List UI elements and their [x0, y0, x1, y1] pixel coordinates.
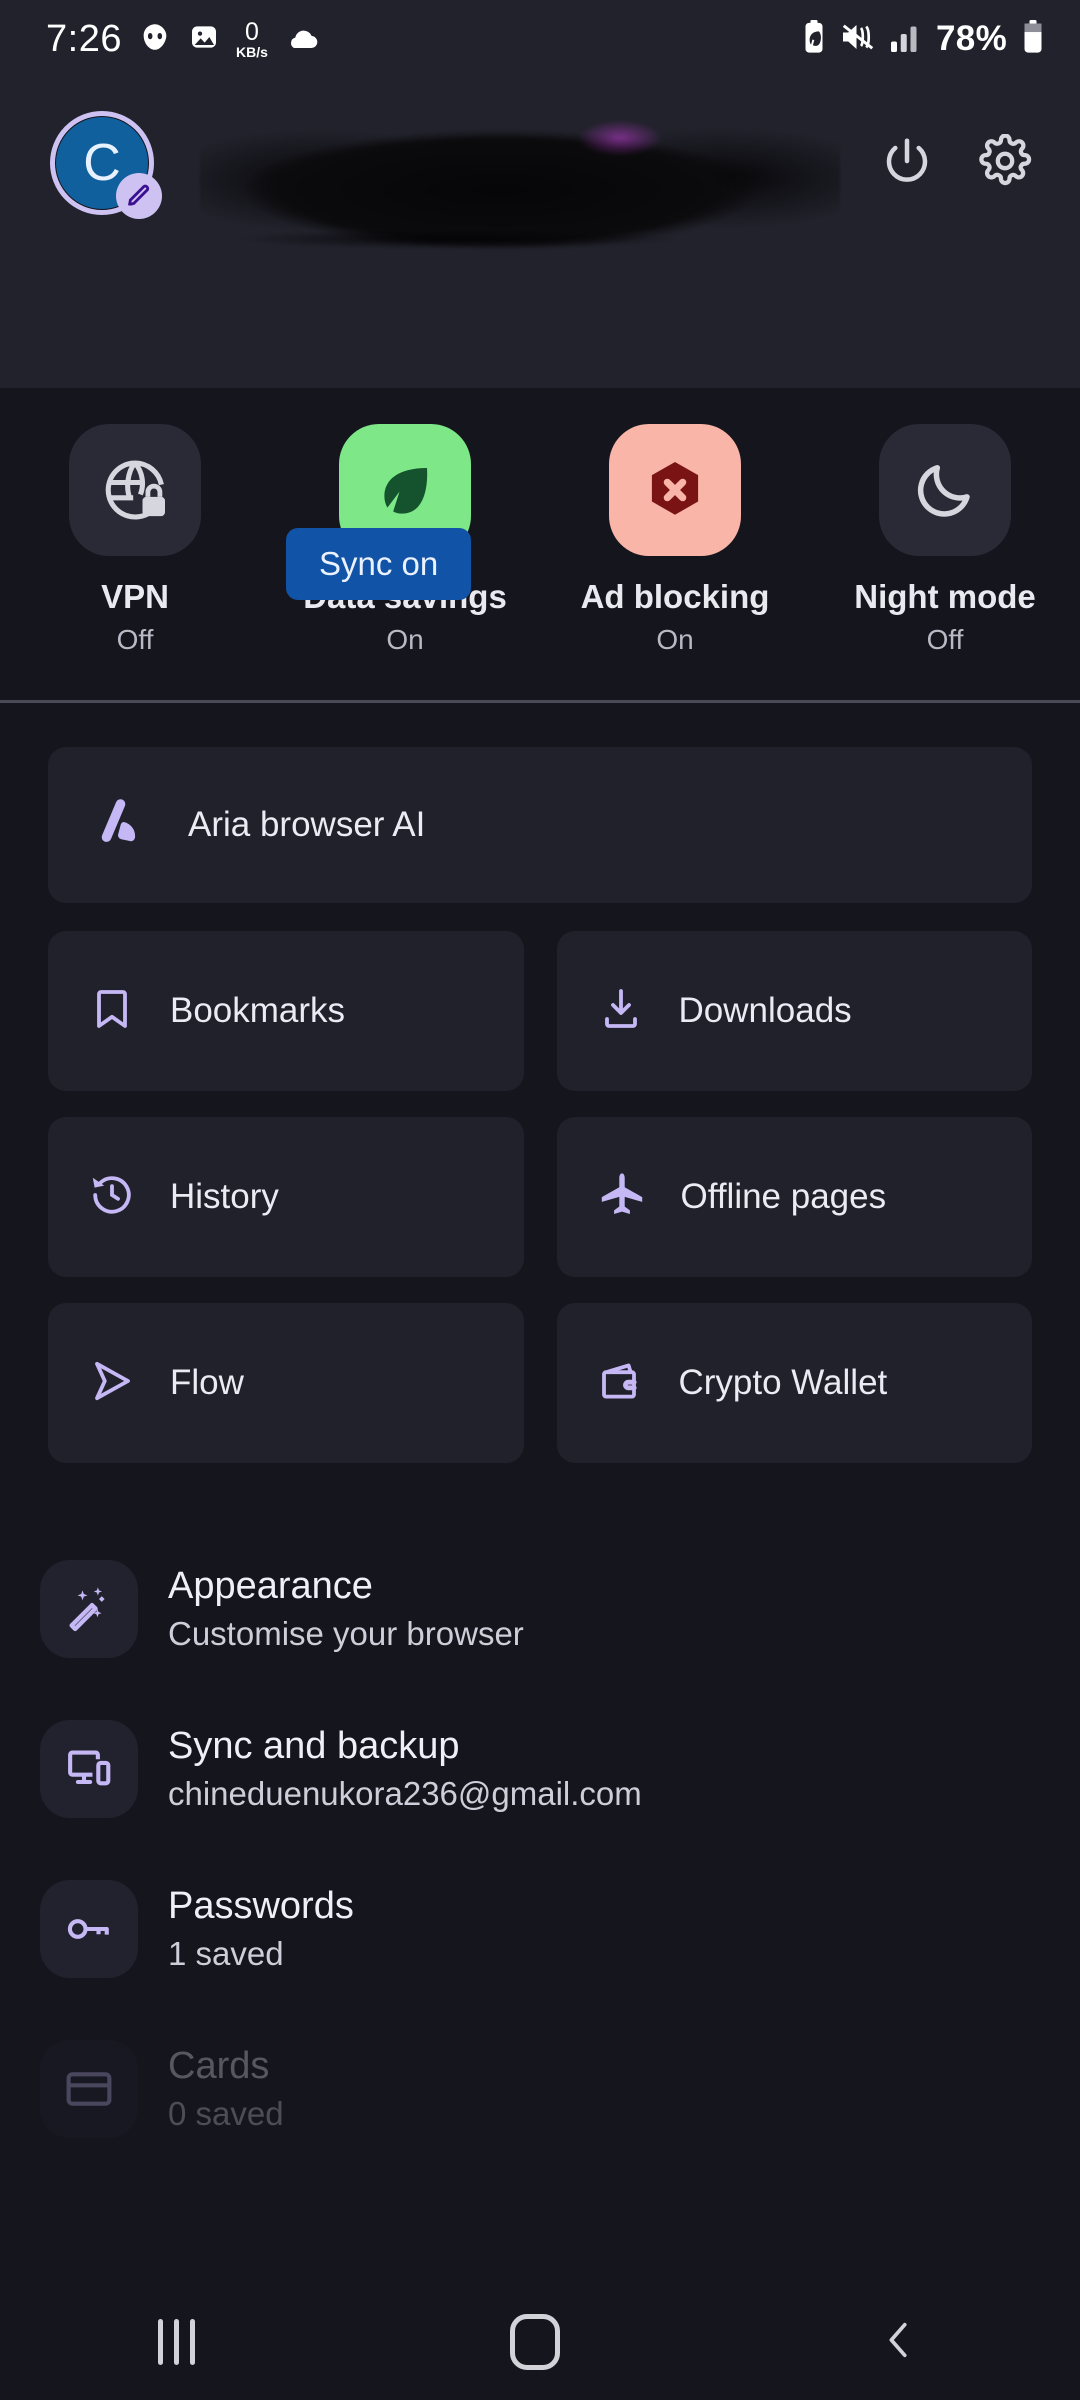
- network-speed-unit: KB/s: [235, 43, 268, 60]
- battery-percent: 78%: [936, 19, 1007, 58]
- recents-icon[interactable]: [157, 2319, 195, 2365]
- credit-card-icon: [40, 2040, 138, 2138]
- card-label: Flow: [170, 1363, 244, 1402]
- browser-menu-screen: 7:26 0 KB/s 78% C Sync on VPN Off On Ad …: [0, 0, 1080, 2400]
- card-label: Bookmarks: [170, 991, 346, 1030]
- settings-list: Appearance Customise your browser Sync a…: [0, 1463, 1080, 2169]
- settings-row-text: Appearance Customise your browser: [168, 1565, 524, 1653]
- settings-row-title: Passwords: [168, 1885, 354, 1927]
- download-icon: [597, 985, 645, 1038]
- network-speed-value: 0: [244, 17, 259, 46]
- tile-crypto-wallet[interactable]: Crypto Wallet: [556, 1303, 1032, 1463]
- tile-flow[interactable]: Flow: [48, 1303, 524, 1463]
- battery-icon: [1020, 19, 1046, 59]
- hexagon-x-icon: [609, 424, 741, 556]
- settings-row-text: Sync and backup chineduenukora236@gmail.…: [168, 1725, 642, 1813]
- card-label: Offline pages: [680, 1177, 887, 1216]
- toggle-ad-blocking[interactable]: Ad blocking On: [540, 424, 810, 656]
- status-bar: 7:26 0 KB/s 78%: [0, 0, 1080, 78]
- screenshot-icon: [188, 21, 220, 58]
- key-icon: [40, 1880, 138, 1978]
- power-icon[interactable]: [880, 134, 934, 193]
- home-icon[interactable]: [510, 2314, 561, 2370]
- toggle-state: On: [386, 624, 424, 655]
- status-time: 7:26: [46, 17, 122, 60]
- wallet-icon: [597, 1357, 645, 1410]
- settings-row-subtitle: Customise your browser: [168, 1615, 524, 1652]
- signal-bars-icon: [889, 22, 923, 57]
- back-chevron-icon[interactable]: [876, 2314, 922, 2371]
- profile-header-row: C: [38, 78, 1042, 258]
- weather-cloud-icon: [284, 24, 320, 55]
- card-label: Downloads: [678, 991, 852, 1030]
- tile-downloads[interactable]: Downloads: [556, 931, 1032, 1091]
- tile-bookmarks[interactable]: Bookmarks: [48, 931, 524, 1091]
- settings-row-subtitle: chineduenukora236@gmail.com: [168, 1775, 642, 1812]
- devices-sync-icon: [40, 1720, 138, 1818]
- flow-send-icon: [88, 1357, 136, 1410]
- header-actions: [880, 132, 1042, 193]
- mute-vibrate-icon: [840, 22, 876, 57]
- settings-row-subtitle: 1 saved: [168, 1935, 284, 1972]
- quick-toggles-row: VPN Off Data savings On Ad blocking On: [0, 388, 1080, 703]
- status-bar-right: 78%: [801, 19, 1046, 59]
- pencil-icon[interactable]: [116, 173, 162, 219]
- magic-wand-icon: [40, 1560, 138, 1658]
- card-label: History: [170, 1177, 279, 1216]
- sync-status-button[interactable]: Sync on: [286, 528, 472, 600]
- toggle-vpn[interactable]: VPN Off: [0, 424, 270, 656]
- toggle-state: Off: [116, 624, 154, 655]
- settings-row-title: Appearance: [168, 1565, 373, 1607]
- settings-row-text: Cards 0 saved: [168, 2045, 284, 2133]
- avatar[interactable]: C: [50, 111, 162, 219]
- aria-browser-ai-card[interactable]: Aria browser AI: [48, 747, 1032, 903]
- toggle-label: Night mode: [854, 578, 1036, 615]
- settings-row-sync-and-backup[interactable]: Sync and backup chineduenukora236@gmail.…: [40, 1689, 1040, 1849]
- moon-icon: [879, 424, 1011, 556]
- status-bar-left: 7:26 0 KB/s: [46, 18, 320, 61]
- profile-header: C Sync on: [0, 78, 1080, 600]
- android-nav-bar: [0, 2284, 1080, 2400]
- settings-row-appearance[interactable]: Appearance Customise your browser: [40, 1529, 1040, 1689]
- toggle-night-mode[interactable]: Night mode Off: [810, 424, 1080, 656]
- airplane-icon: [597, 1170, 647, 1225]
- network-speed-icon: 0 KB/s: [235, 17, 268, 60]
- cards-section: Aria browser AI Bookmarks Downloads Hist…: [0, 703, 1080, 1463]
- settings-row-title: Cards: [168, 2045, 270, 2087]
- gear-icon[interactable]: [978, 132, 1032, 193]
- settings-row-title: Sync and backup: [168, 1725, 460, 1767]
- settings-row-text: Passwords 1 saved: [168, 1885, 354, 1973]
- tile-offline-pages[interactable]: Offline pages: [556, 1117, 1032, 1277]
- settings-row-subtitle: 0 saved: [168, 2095, 284, 2132]
- malwarebytes-icon: [138, 20, 172, 59]
- tile-history[interactable]: History: [48, 1117, 524, 1277]
- settings-row-cards[interactable]: Cards 0 saved: [40, 2009, 1040, 2169]
- redacted-account-name: [188, 120, 840, 258]
- globe-lock-icon: [69, 424, 201, 556]
- card-label: Crypto Wallet: [678, 1363, 888, 1402]
- toggle-state: On: [656, 624, 694, 655]
- settings-row-passwords[interactable]: Passwords 1 saved: [40, 1849, 1040, 2009]
- aria-logo-icon: [92, 794, 150, 857]
- toggle-state: Off: [926, 624, 964, 655]
- battery-saver-icon: [801, 19, 827, 59]
- tiles-grid: Bookmarks Downloads History Offline page…: [48, 931, 1032, 1463]
- toggle-label: Ad blocking: [580, 578, 770, 615]
- bookmark-icon: [88, 985, 136, 1038]
- toggle-label: VPN: [101, 578, 169, 615]
- card-label: Aria browser AI: [188, 805, 426, 844]
- history-clock-icon: [88, 1171, 136, 1224]
